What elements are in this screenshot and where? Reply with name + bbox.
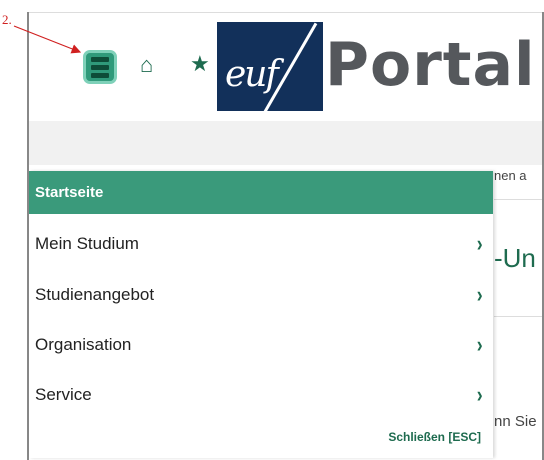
chevron-right-icon[interactable]: › xyxy=(476,231,482,257)
logo-euf-text: euf xyxy=(225,54,279,95)
chevron-right-icon[interactable]: › xyxy=(476,282,482,308)
menu-item-studienangebot[interactable]: Studienangebot › xyxy=(29,270,493,320)
background-divider xyxy=(494,199,542,200)
menu-item-label: Mein Studium xyxy=(35,234,139,253)
background-text-fragment: nen a xyxy=(494,168,527,183)
portal-title: Portal xyxy=(325,30,536,100)
menu-item-organisation[interactable]: Organisation › xyxy=(29,320,493,370)
menu-item-label: Startseite xyxy=(35,184,104,201)
header-toolbar-band xyxy=(29,121,542,165)
menu-item-label: Service xyxy=(35,385,92,404)
background-text-fragment-2: nn Sie xyxy=(494,413,537,430)
menu-item-startseite[interactable]: Startseite xyxy=(29,171,493,214)
side-navigation-menu: Startseite Mein Studium › Studienangebot… xyxy=(29,171,493,458)
background-divider-2 xyxy=(494,316,542,317)
menu-item-label: Studienangebot xyxy=(35,285,155,304)
background-heading-fragment: -Un xyxy=(494,243,536,273)
euf-logo[interactable]: euf xyxy=(217,22,323,111)
close-menu-link[interactable]: Schließen [ESC] xyxy=(388,430,481,444)
menu-bar-bottom xyxy=(91,72,109,78)
menu-item-mein-studium[interactable]: Mein Studium › xyxy=(29,219,493,269)
chevron-right-icon[interactable]: › xyxy=(476,332,482,358)
menu-item-label: Organisation xyxy=(35,335,132,354)
menu-bar-middle xyxy=(91,64,109,70)
star-icon[interactable]: ★ xyxy=(190,53,210,75)
chevron-right-icon[interactable]: › xyxy=(476,382,482,408)
menu-item-service[interactable]: Service › xyxy=(29,370,493,420)
home-icon[interactable]: ⌂ xyxy=(140,54,153,76)
annotation-arrow-icon xyxy=(13,25,82,54)
